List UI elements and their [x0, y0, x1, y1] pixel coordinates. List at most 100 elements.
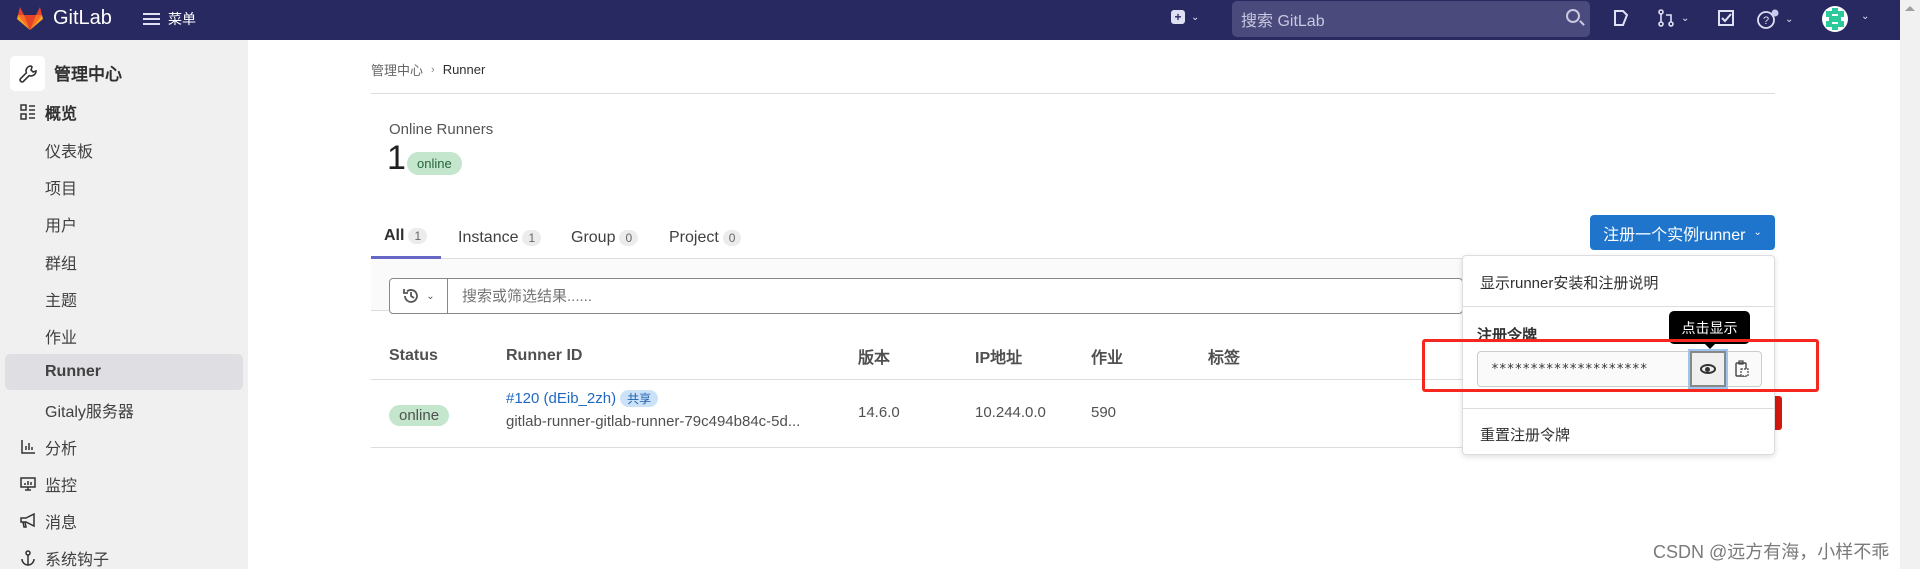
runner-type-tabs: All 1 Instance 1 Group 0 Project 0 [371, 216, 1775, 259]
issues-icon [1614, 10, 1629, 26]
runner-jobs-count: 590 [1091, 404, 1117, 421]
todos-button[interactable] [1717, 9, 1735, 27]
search-icon[interactable] [1566, 9, 1580, 23]
dropdown-divider [1463, 408, 1774, 409]
hamburger-icon [143, 13, 160, 25]
sidebar-item-dashboard[interactable]: 仪表板 [5, 132, 243, 168]
help-button[interactable]: ? ⌄ [1757, 9, 1793, 29]
runner-description: gitlab-runner-gitlab-runner-79c494b84c-5… [506, 413, 801, 430]
breadcrumb-admin-link[interactable]: 管理中心 [371, 60, 423, 79]
hook-icon [19, 549, 37, 567]
tab-project[interactable]: Project 0 [669, 216, 742, 259]
tab-count-badge: 1 [408, 228, 428, 244]
reset-token-item[interactable]: 重置注册令牌 [1480, 424, 1570, 445]
tab-label: Instance [458, 228, 519, 246]
tab-all[interactable]: All 1 [371, 216, 442, 259]
menu-button[interactable]: 菜单 [143, 9, 196, 29]
row-divider [371, 447, 1463, 448]
wrench-icon [18, 64, 37, 83]
search-gitlab-input[interactable]: 搜索 GitLab [1232, 1, 1590, 37]
register-button-label: 注册一个实例runner [1603, 226, 1746, 244]
column-header-status: Status [389, 346, 438, 364]
sidebar-item-label: Runner [45, 363, 101, 380]
scroll-up-arrow-icon[interactable] [1905, 6, 1915, 11]
chevron-down-icon: ⌄ [1191, 11, 1200, 23]
breadcrumb: 管理中心 › Runner [371, 60, 485, 79]
messages-icon [19, 512, 37, 530]
sidebar-item-label: 作业 [45, 330, 78, 347]
shared-badge: 共享 [620, 390, 659, 407]
column-header-ip-address: IP地址 [975, 349, 1023, 367]
tab-count-badge: 1 [522, 229, 542, 246]
annotation-highlight-box [1422, 339, 1819, 392]
sidebar-item-topics[interactable]: 主题 [5, 281, 243, 317]
sidebar-item-label: 群组 [45, 256, 78, 273]
column-header-jobs: 作业 [1091, 349, 1124, 367]
sidebar-section-label: 监控 [45, 478, 78, 495]
admin-sidebar: 管理中心 概览 仪表板 项目 用户 群组 主题 作业 Runner Gitaly… [0, 40, 248, 569]
sidebar-section-system-hooks[interactable]: 系统钩子 [5, 540, 243, 576]
sidebar-item-projects[interactable]: 项目 [5, 169, 243, 205]
sidebar-item-label: 主题 [45, 293, 78, 310]
sidebar-section-label: 分析 [45, 441, 78, 458]
breadcrumb-divider [371, 93, 1775, 94]
merge-request-icon [1658, 9, 1674, 27]
runner-link[interactable]: #120 (dEib_2zh) [506, 390, 616, 407]
gitlab-logo[interactable]: GitLab [17, 6, 112, 31]
sidebar-item-jobs[interactable]: 作业 [5, 318, 243, 354]
tab-group[interactable]: Group 0 [571, 216, 639, 259]
hidden-danger-button-edge [1775, 396, 1782, 430]
search-filter-input[interactable] [448, 287, 1462, 305]
search-placeholder: 搜索 GitLab [1241, 13, 1325, 30]
analytics-icon [19, 438, 37, 456]
page-scrollbar[interactable] [1900, 0, 1920, 569]
menu-label: 菜单 [168, 11, 196, 27]
svg-text:?: ? [1763, 15, 1769, 27]
column-header-runner-id: Runner ID [506, 346, 583, 364]
sidebar-section-label: 消息 [45, 515, 78, 532]
filtered-search: ⌄ [389, 278, 1463, 314]
tab-label: Project [669, 228, 719, 246]
monitor-icon [19, 475, 37, 493]
sidebar-item-gitaly-servers[interactable]: Gitaly服务器 [5, 392, 243, 428]
sidebar-item-label: 仪表板 [45, 144, 94, 161]
chevron-down-icon: ⌄ [1681, 12, 1690, 24]
help-icon: ? [1757, 9, 1779, 29]
show-instructions-item[interactable]: 显示runner安装和注册说明 [1480, 272, 1658, 293]
row-divider [371, 379, 1463, 380]
merge-requests-button[interactable]: ⌄ [1657, 9, 1689, 27]
register-instance-runner-button[interactable]: 注册一个实例runner ⌄ [1590, 215, 1775, 250]
dropdown-divider [1463, 306, 1774, 307]
runner-status-badge: online [389, 405, 450, 426]
sidebar-item-label: Gitaly服务器 [45, 404, 134, 421]
sidebar-item-users[interactable]: 用户 [5, 206, 243, 242]
sidebar-section-label: 系统钩子 [45, 552, 110, 569]
sidebar-section-messages[interactable]: 消息 [5, 503, 243, 539]
gitlab-tanuki-icon [17, 7, 43, 30]
sidebar-title[interactable]: 管理中心 [54, 60, 122, 85]
issues-button[interactable] [1612, 9, 1630, 27]
sidebar-item-label: 项目 [45, 181, 78, 198]
breadcrumb-separator-icon: › [431, 63, 435, 76]
sidebar-item-label: 用户 [45, 218, 78, 235]
breadcrumb-current[interactable]: Runner [443, 62, 486, 77]
sidebar-section-analytics[interactable]: 分析 [5, 429, 243, 465]
runner-id-cell: #120 (dEib_2zh) 共享 [506, 390, 659, 407]
column-header-tags: 标签 [1208, 349, 1241, 367]
sidebar-section-overview[interactable]: 概览 [5, 94, 243, 130]
plus-square-icon: + [1171, 10, 1185, 24]
todo-icon [1718, 10, 1734, 26]
tab-instance[interactable]: Instance 1 [458, 216, 542, 259]
top-navbar: GitLab 菜单 + ⌄ 搜索 GitLab ⌄ ? ⌄ ⌄ [0, 0, 1900, 40]
user-avatar[interactable] [1822, 6, 1848, 32]
new-item-dropdown[interactable]: + ⌄ [1171, 10, 1199, 24]
sidebar-section-label: 概览 [45, 106, 78, 123]
sidebar-item-runners[interactable]: Runner [5, 354, 243, 390]
sidebar-section-monitoring[interactable]: 监控 [5, 466, 243, 502]
avatar-chevron-down-icon[interactable]: ⌄ [1855, 11, 1869, 22]
admin-area-icon-box[interactable] [10, 56, 45, 91]
sidebar-item-groups[interactable]: 群组 [5, 244, 243, 280]
tab-count-badge: 0 [722, 229, 742, 246]
search-history-dropdown[interactable]: ⌄ [390, 279, 448, 313]
column-header-version: 版本 [858, 349, 891, 367]
